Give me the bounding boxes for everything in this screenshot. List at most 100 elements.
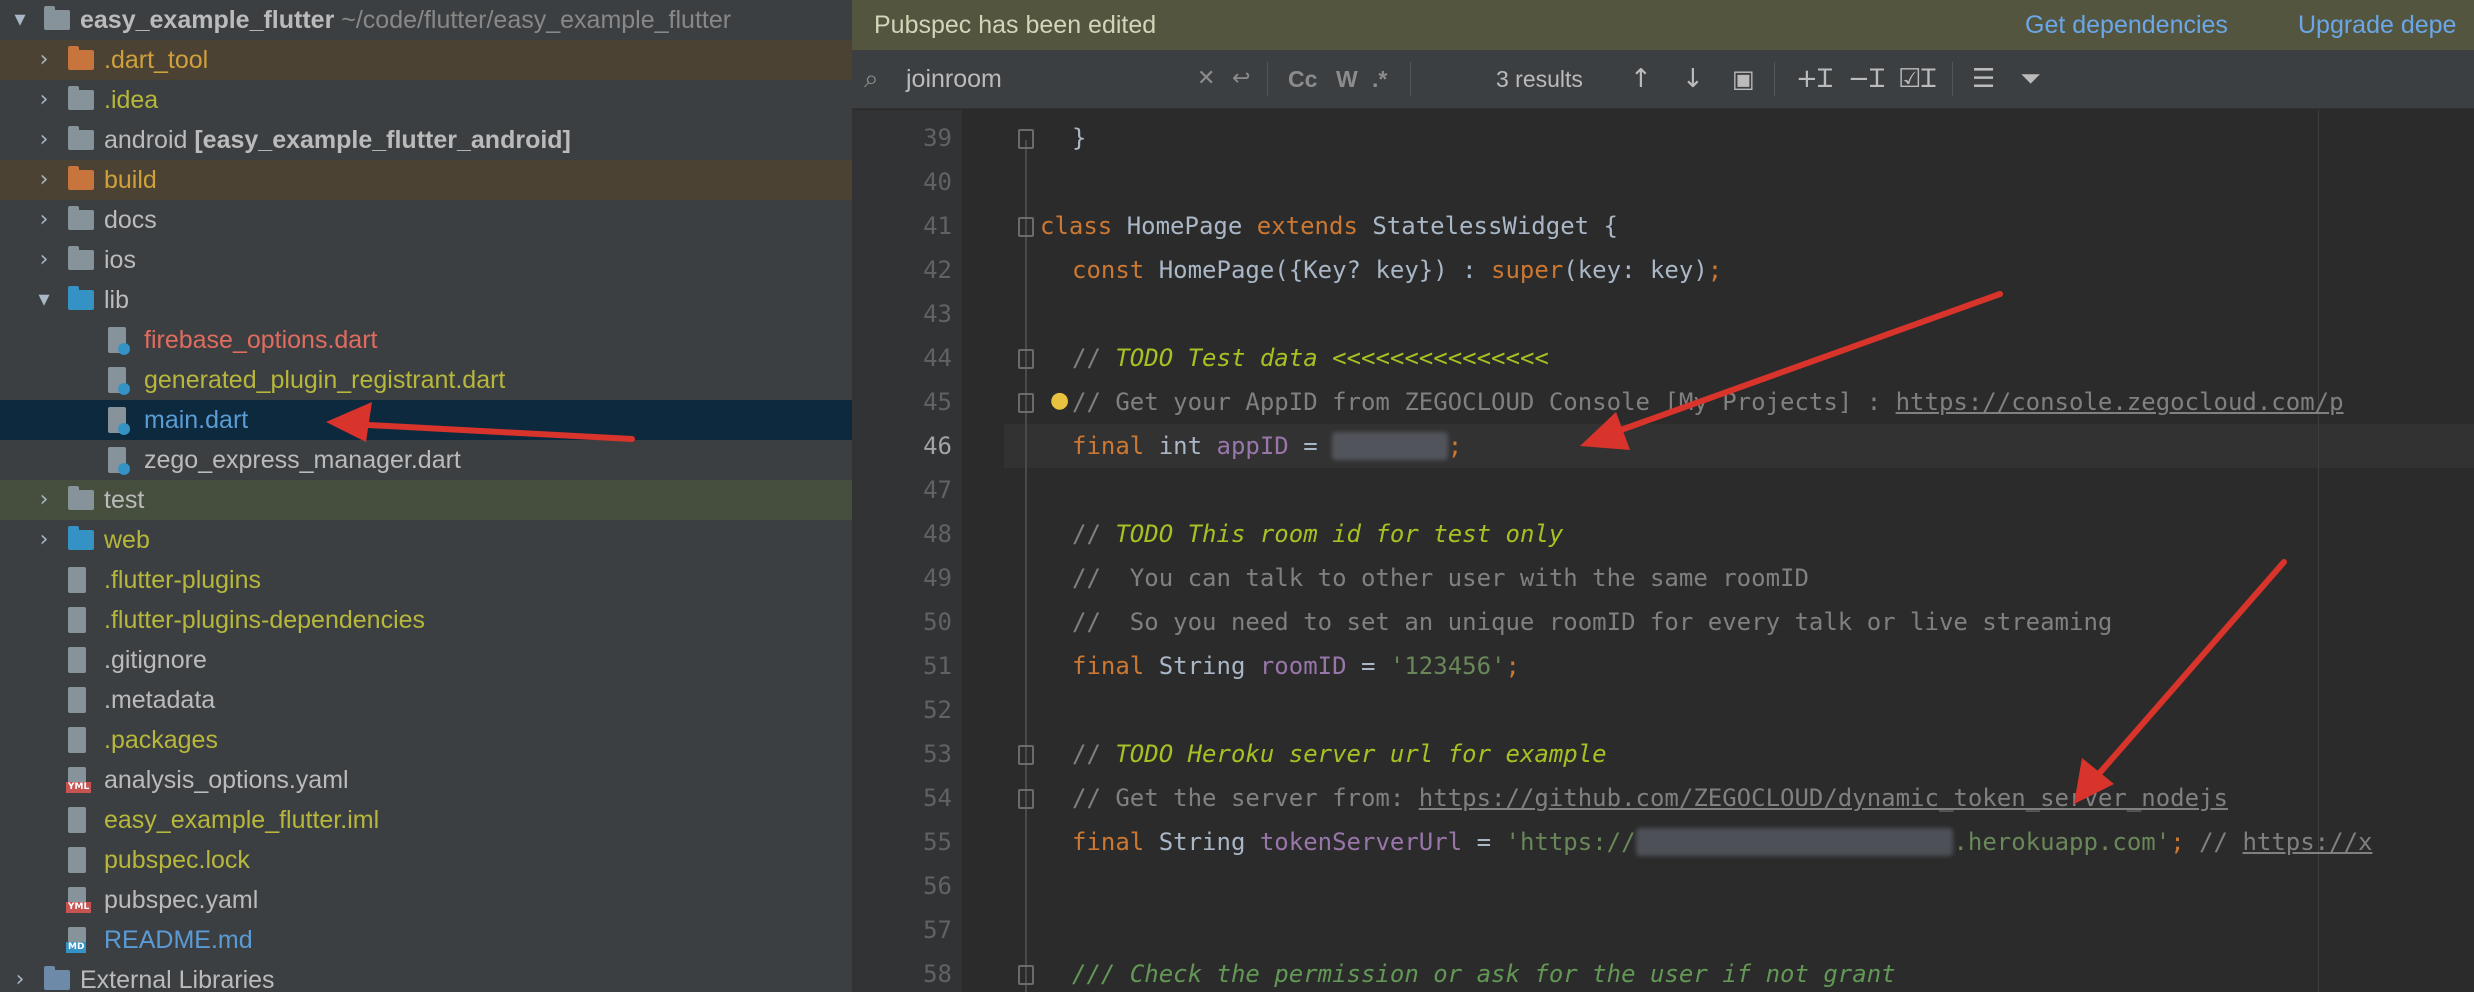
- line-number-gutter: 39 40 41 42 43 44 45 46 47 48 49 50 51 52 53 54 55 56 57 58: [852, 110, 962, 992]
- lightbulb-icon[interactable]: ●: [1050, 388, 1069, 413]
- chevron-right-icon[interactable]: ›: [30, 240, 58, 280]
- tree-item[interactable]: MD README.md: [0, 920, 852, 960]
- next-occurrence-icon[interactable]: ↓: [1682, 50, 1704, 108]
- tree-item[interactable]: firebase_options.dart: [0, 320, 852, 360]
- fold-marker-icon[interactable]: [1018, 217, 1034, 237]
- chevron-down-icon[interactable]: ▾: [30, 280, 58, 320]
- line-number: 52: [923, 696, 952, 724]
- fold-marker-icon[interactable]: [1018, 789, 1034, 809]
- line-number: 42: [923, 256, 952, 284]
- tree-item[interactable]: easy_example_flutter.iml: [0, 800, 852, 840]
- clear-search-icon[interactable]: ✕: [1197, 50, 1215, 108]
- folder-icon: [68, 206, 94, 230]
- fold-marker-icon[interactable]: [1018, 745, 1034, 765]
- line-number: 45: [923, 388, 952, 416]
- line-number: 43: [923, 300, 952, 328]
- tree-item-label: .idea: [104, 86, 159, 114]
- chevron-right-icon[interactable]: ›: [30, 40, 58, 80]
- yaml-file-icon: YML: [66, 887, 92, 913]
- divider: [1774, 62, 1775, 96]
- chevron-right-icon[interactable]: ›: [30, 120, 58, 160]
- code-line-41: class HomePage extends StatelessWidget {: [1040, 212, 1618, 240]
- tree-item-label: analysis_options.yaml: [104, 766, 349, 794]
- folder-icon: [68, 526, 94, 550]
- folder-icon: [68, 246, 94, 270]
- chevron-right-icon[interactable]: ›: [30, 200, 58, 240]
- tree-item[interactable]: generated_plugin_registrant.dart: [0, 360, 852, 400]
- tree-item[interactable]: pubspec.lock: [0, 840, 852, 880]
- tree-item[interactable]: › web: [0, 520, 852, 560]
- divider: [1952, 62, 1953, 96]
- line-number: 40: [923, 168, 952, 196]
- match-case-toggle[interactable]: Cc: [1288, 50, 1317, 108]
- pubspec-edited-banner: Pubspec has been edited Get dependencies…: [852, 0, 2474, 50]
- previous-occurrence-icon[interactable]: ↑: [1630, 50, 1652, 108]
- file-icon: [68, 727, 86, 753]
- fold-guide: [1025, 140, 1027, 992]
- regex-toggle[interactable]: .*: [1372, 50, 1387, 108]
- tree-item[interactable]: .gitignore: [0, 640, 852, 680]
- tree-item[interactable]: › .dart_tool: [0, 40, 852, 80]
- tree-item[interactable]: › android [easy_example_flutter_android]: [0, 120, 852, 160]
- tree-item-label: android [easy_example_flutter_android]: [104, 126, 571, 154]
- tree-item[interactable]: › ios: [0, 240, 852, 280]
- dart-file-icon: [108, 327, 130, 355]
- yaml-badge-icon: YML: [66, 902, 92, 913]
- upgrade-dependencies-link[interactable]: Upgrade depe: [2298, 0, 2456, 50]
- code-line-54: // Get the server from: https://github.c…: [1072, 784, 2228, 812]
- filter-icon[interactable]: ⏷: [2020, 50, 2041, 108]
- line-number: 50: [923, 608, 952, 636]
- tree-item[interactable]: YML pubspec.yaml: [0, 880, 852, 920]
- line-number: 57: [923, 916, 952, 944]
- tree-item[interactable]: .flutter-plugins: [0, 560, 852, 600]
- words-toggle[interactable]: W: [1336, 50, 1358, 108]
- line-number: 51: [923, 652, 952, 680]
- tree-item[interactable]: › test: [0, 480, 852, 520]
- filter-lines-icon[interactable]: ☰: [1972, 50, 1995, 108]
- line-number: 41: [923, 212, 952, 240]
- tree-item-label: .dart_tool: [104, 46, 209, 74]
- code-line-55: final String tokenServerUrl = 'https://x…: [1072, 828, 2373, 856]
- tree-item[interactable]: › docs: [0, 200, 852, 240]
- tree-item[interactable]: .metadata: [0, 680, 852, 720]
- open-in-window-icon[interactable]: ▣: [1732, 50, 1755, 108]
- new-line-icon[interactable]: ↩: [1232, 50, 1250, 108]
- tree-item[interactable]: zego_express_manager.dart: [0, 440, 852, 480]
- search-input[interactable]: joinroom: [906, 50, 1002, 108]
- select-all-occurrences-icon[interactable]: ☑Ɪ: [1898, 50, 1936, 108]
- chevron-right-icon[interactable]: ›: [30, 80, 58, 120]
- chevron-right-icon[interactable]: ›: [6, 960, 34, 992]
- code-line-44: // TODO Test data <<<<<<<<<<<<<<<: [1072, 344, 1549, 372]
- tree-item[interactable]: .packages: [0, 720, 852, 760]
- chevron-right-icon[interactable]: ›: [30, 160, 58, 200]
- fold-marker-icon[interactable]: [1018, 393, 1034, 413]
- tree-item-label: lib: [104, 286, 130, 314]
- remove-occurrence-icon[interactable]: −Ɪ: [1848, 50, 1884, 108]
- fold-marker-icon[interactable]: [1018, 349, 1034, 369]
- tree-item[interactable]: › .idea: [0, 80, 852, 120]
- line-number: 49: [923, 564, 952, 592]
- chevron-right-icon[interactable]: ›: [30, 480, 58, 520]
- get-dependencies-link[interactable]: Get dependencies: [2025, 0, 2228, 50]
- tree-item[interactable]: › build: [0, 160, 852, 200]
- code-line-53: // TODO Heroku server url for example: [1072, 740, 1607, 768]
- tree-item[interactable]: ▾ lib: [0, 280, 852, 320]
- add-occurrence-icon[interactable]: +Ɪ: [1796, 50, 1832, 108]
- tree-item[interactable]: main.dart: [0, 400, 852, 440]
- search-icon[interactable]: ⌕: [864, 50, 879, 108]
- module-name: [easy_example_flutter_android]: [187, 126, 571, 154]
- line-number: 46: [923, 432, 952, 460]
- library-icon: [44, 966, 70, 990]
- banner-message: Pubspec has been edited: [874, 11, 1157, 39]
- fold-marker-icon[interactable]: [1018, 965, 1034, 985]
- folder-icon: [68, 286, 94, 310]
- tree-item[interactable]: .flutter-plugins-dependencies: [0, 600, 852, 640]
- folder-icon: [68, 166, 94, 190]
- fold-marker-icon[interactable]: [1018, 129, 1034, 149]
- tree-item[interactable]: YML analysis_options.yaml: [0, 760, 852, 800]
- tree-item[interactable]: › External Libraries: [0, 960, 852, 992]
- tree-item-label: pubspec.yaml: [104, 886, 259, 914]
- tree-item[interactable]: ▾ easy_example_flutter ~/code/flutter/eas…: [0, 0, 852, 40]
- chevron-down-icon[interactable]: ▾: [6, 0, 34, 40]
- chevron-right-icon[interactable]: ›: [30, 520, 58, 560]
